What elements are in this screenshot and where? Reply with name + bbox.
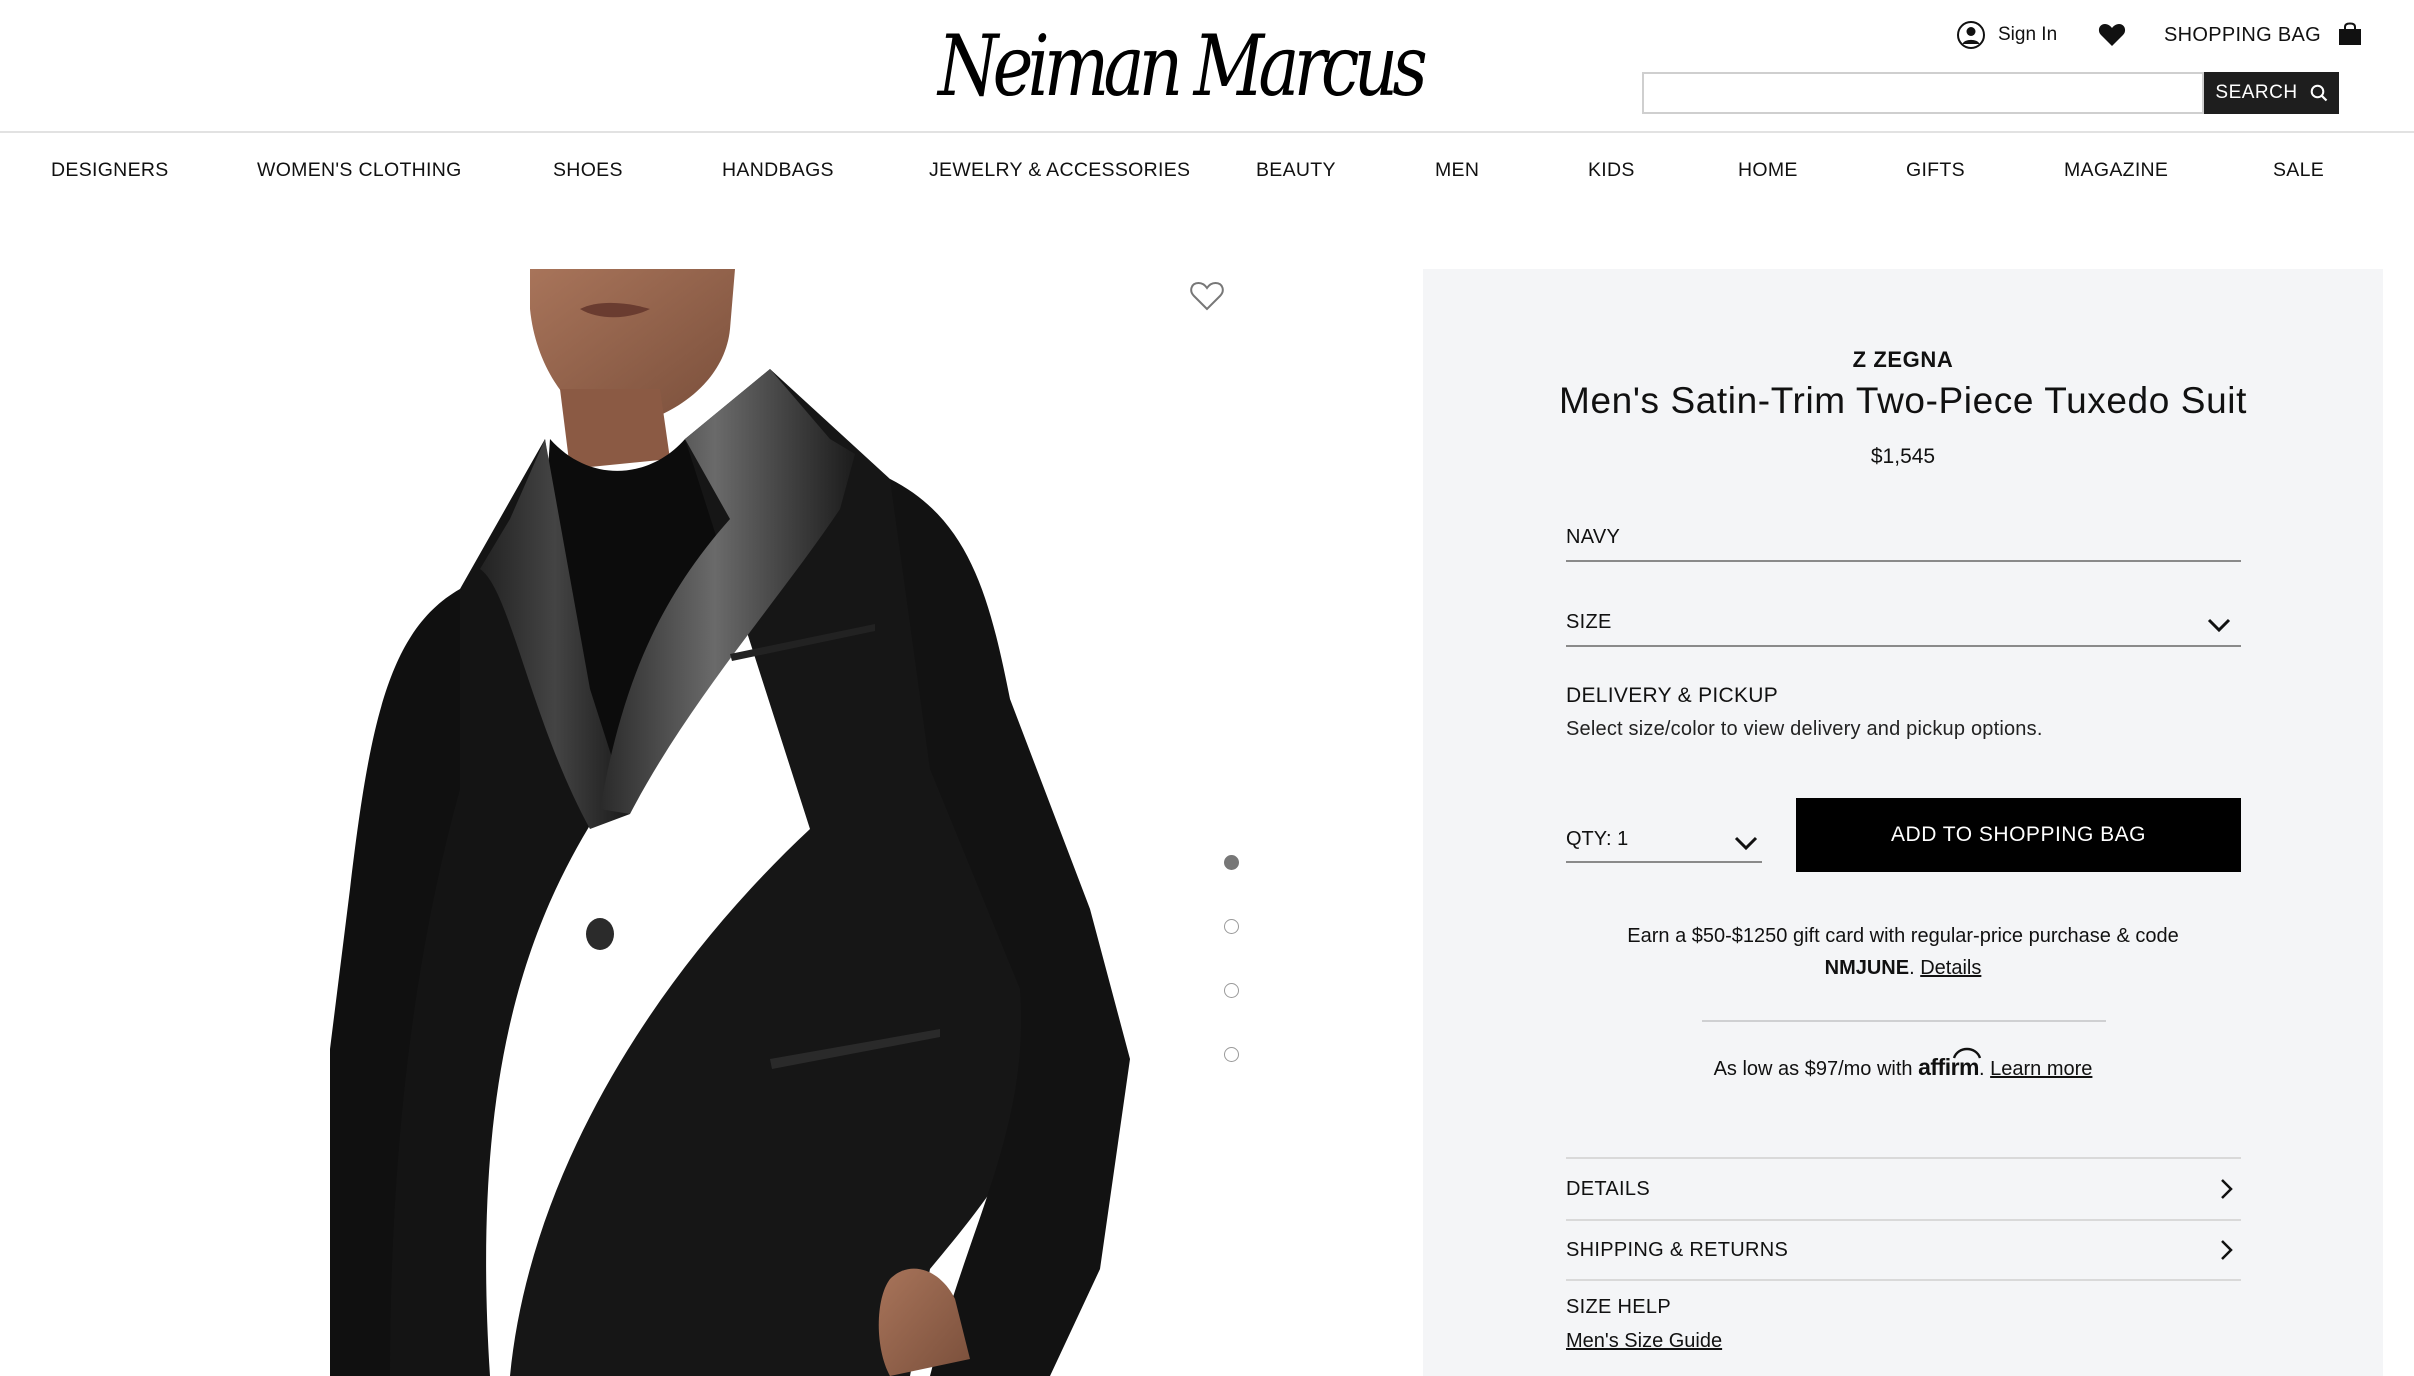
product-info-panel: Z ZEGNA Men's Satin-Trim Two-Piece Tuxed… [1423,269,2383,1376]
delivery-heading: DELIVERY & PICKUP [1566,684,1779,707]
color-selector[interactable]: NAVY [1566,522,2241,562]
search-icon [2310,84,2327,102]
product-image[interactable] [330,269,1140,1376]
promo-details-link[interactable]: Details [1920,957,1981,979]
heart-icon [2098,24,2126,46]
affirm-text: As low as $97/mo with [1713,1058,1913,1080]
quantity-dropdown[interactable]: QTY: 1 [1566,817,1762,863]
image-dot-1[interactable] [1224,855,1239,870]
nav-kids[interactable]: KIDS [1588,159,1635,182]
favorites-button[interactable] [2098,18,2126,52]
user-icon [1957,21,1985,49]
sign-in-label: Sign In [1998,24,2058,45]
sign-in-link[interactable]: Sign In [1956,18,2057,52]
size-guide-link[interactable]: Men's Size Guide [1566,1330,1722,1353]
size-label: SIZE [1566,611,1612,633]
nav-men[interactable]: MEN [1435,159,1479,182]
size-help-heading: SIZE HELP [1566,1296,1671,1318]
product-price: $1,545 [1870,445,1936,468]
image-pagination [1224,855,1242,1111]
search-input[interactable] [1642,72,2204,114]
main-nav: DESIGNERS WOMEN'S CLOTHING SHOES HANDBAG… [0,135,2414,207]
nav-home[interactable]: HOME [1738,159,1798,182]
image-dot-3[interactable] [1224,983,1239,998]
image-dot-4[interactable] [1224,1047,1239,1062]
details-accordion[interactable]: DETAILS [1566,1157,2241,1219]
affirm-logo: affirm [1918,1047,1982,1081]
nav-beauty[interactable]: BEAUTY [1256,159,1336,182]
affirm-learn-more-link[interactable]: Learn more [1990,1058,2092,1080]
affirm-financing: As low as $97/mo with affirm . Learn mor… [1423,1047,2383,1081]
color-value: NAVY [1566,526,1621,548]
chevron-down-icon [1734,836,1758,851]
image-dot-2[interactable] [1224,919,1239,934]
nav-handbags[interactable]: HANDBAGS [722,159,834,182]
chevron-right-icon [2221,1179,2233,1199]
nav-gifts[interactable]: GIFTS [1906,159,1965,182]
bag-icon [2338,22,2361,45]
nav-womens-clothing[interactable]: WOMEN'S CLOTHING [257,159,462,182]
shopping-bag-label: SHOPPING BAG [2164,23,2321,46]
product-title: Men's Satin-Trim Two-Piece Tuxedo Suit [1559,380,2247,421]
nav-jewelry-accessories[interactable]: JEWELRY & ACCESSORIES [929,159,1190,182]
nav-shoes[interactable]: SHOES [553,159,623,182]
add-to-favorites-icon[interactable] [1190,280,1224,312]
promo-message: Earn a $50-$1250 gift card with regular-… [1593,920,2213,984]
shipping-returns-label: SHIPPING & RETURNS [1566,1238,1789,1261]
affirm-arc-icon [1952,1047,1982,1059]
chevron-right-icon [2221,1240,2233,1260]
shipping-returns-accordion[interactable]: SHIPPING & RETURNS [1566,1219,2241,1281]
promo-code: NMJUNE [1824,957,1910,979]
shopping-bag-link[interactable]: SHOPPING BAG [2164,18,2363,52]
divider [1702,1020,2106,1022]
site-header: Neiman Marcus Sign In SHOPPING BAG SEARC… [0,0,2414,133]
promo-separator: . [1909,957,1915,979]
search-button[interactable]: SEARCH [2204,72,2339,114]
add-to-bag-button[interactable]: ADD TO SHOPPING BAG [1796,798,2241,872]
delivery-text: Select size/color to view delivery and p… [1566,718,2043,740]
chevron-down-icon [2207,618,2231,633]
affirm-separator: . [1979,1058,1985,1080]
neiman-marcus-logo[interactable]: Neiman Marcus [938,6,1428,126]
size-dropdown[interactable]: SIZE [1566,605,2241,647]
nav-sale[interactable]: SALE [2273,159,2324,182]
nav-designers[interactable]: DESIGNERS [51,159,169,182]
nav-magazine[interactable]: MAGAZINE [2064,159,2168,182]
details-label: DETAILS [1566,1177,1650,1200]
promo-text: Earn a $50-$1250 gift card with regular-… [1627,925,2179,947]
product-brand[interactable]: Z ZEGNA [1423,347,2383,373]
qty-label: QTY: 1 [1566,828,1629,850]
search-button-label: SEARCH [2215,82,2298,103]
